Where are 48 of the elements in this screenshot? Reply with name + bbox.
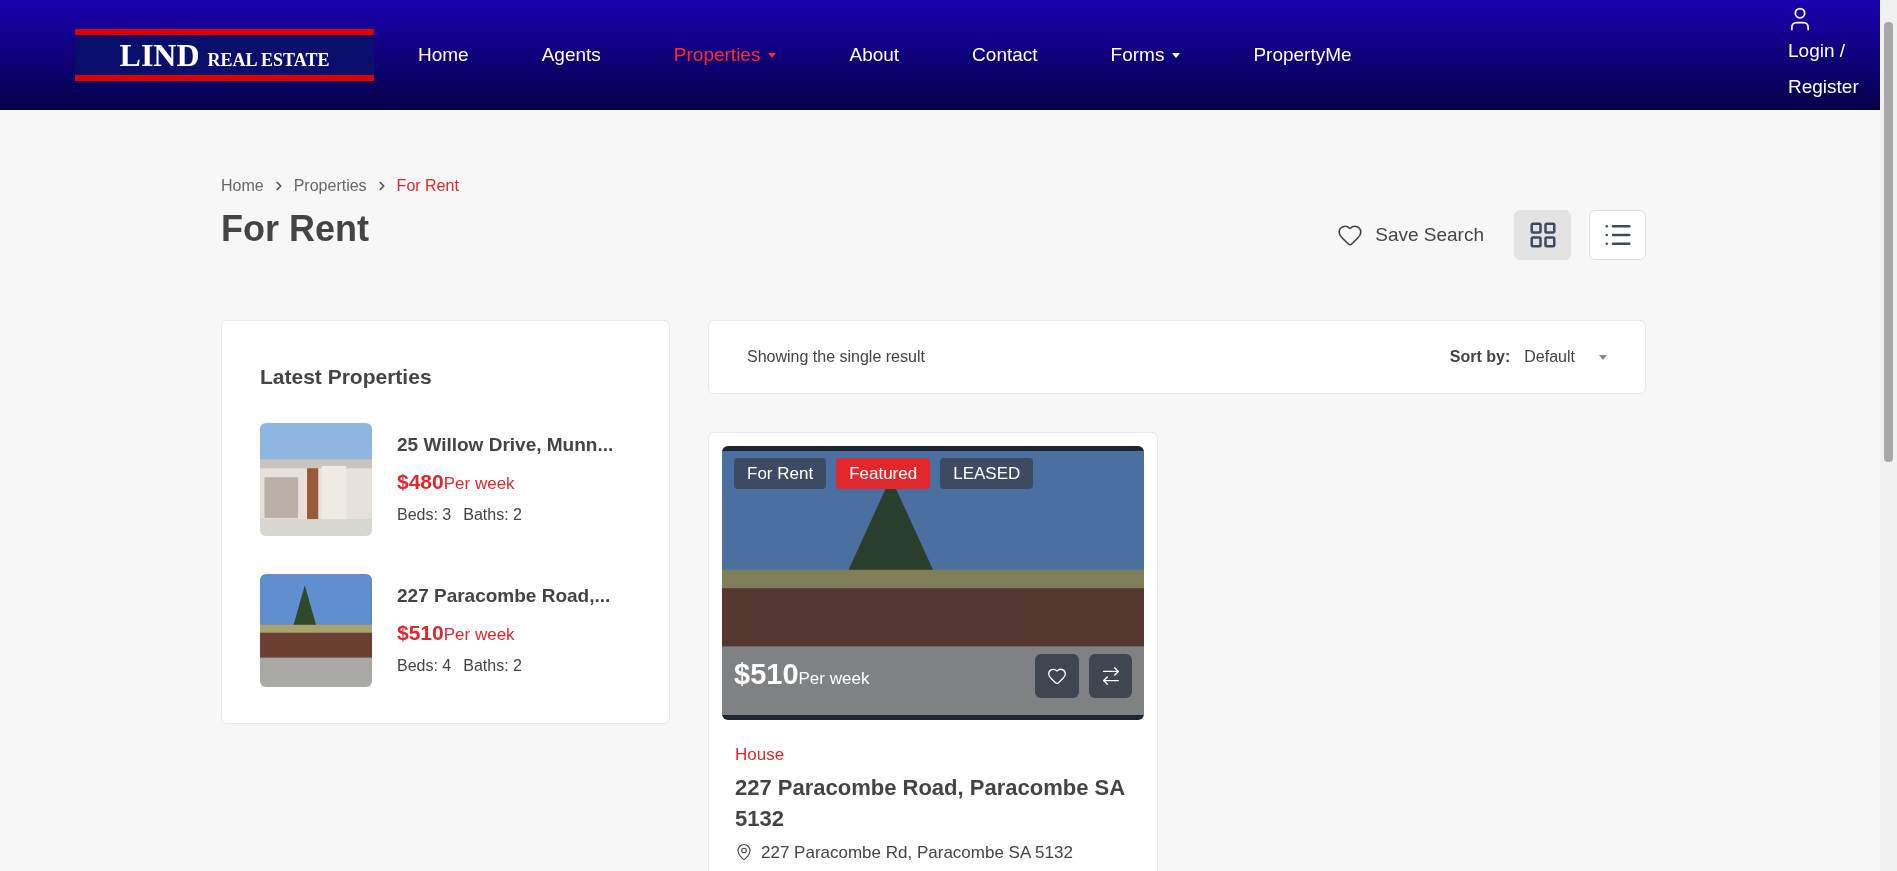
page-title: For Rent bbox=[221, 207, 370, 251]
nav-link[interactable]: Home bbox=[418, 40, 469, 70]
baths-count: Baths: 2 bbox=[463, 505, 522, 525]
property-title-link[interactable]: 25 Willow Drive, Munn... bbox=[397, 431, 614, 460]
breadcrumb-link[interactable]: For Rent bbox=[396, 174, 459, 198]
price-period: Per week bbox=[798, 667, 870, 690]
beds-count: Beds: 4 bbox=[397, 656, 452, 676]
property-price: $480 bbox=[397, 468, 444, 495]
nav-link[interactable]: PropertyMe bbox=[1253, 40, 1352, 70]
compare-button[interactable] bbox=[1089, 654, 1132, 698]
baths-count: Baths: 2 bbox=[463, 656, 522, 676]
logo-main-text: LIND bbox=[119, 36, 200, 75]
scrollbar[interactable] bbox=[1880, 0, 1897, 871]
property-price: $510 bbox=[397, 619, 444, 646]
property-type: House bbox=[735, 745, 785, 764]
nav-link[interactable]: Properties bbox=[673, 40, 777, 70]
sort-dropdown[interactable]: Default bbox=[1524, 345, 1607, 369]
price-period: Per week bbox=[443, 472, 515, 495]
heart-icon bbox=[1337, 222, 1364, 248]
results-summary: Showing the single result bbox=[747, 347, 925, 367]
scrollbar-thumb[interactable] bbox=[1884, 22, 1893, 462]
caret-icon bbox=[1599, 354, 1607, 360]
login-register-link[interactable]: Login / Register bbox=[1788, 33, 1868, 105]
status-tag: For Rent bbox=[734, 458, 827, 489]
status-tag: LEASED bbox=[940, 458, 1034, 489]
sidebar-title: Latest Properties bbox=[260, 364, 433, 390]
nav-link[interactable]: Agents bbox=[541, 40, 601, 70]
sort-label: Sort by: bbox=[1449, 347, 1511, 367]
price-period: Per week bbox=[443, 623, 515, 646]
nav-link[interactable]: Contact bbox=[972, 40, 1038, 70]
nav-link[interactable]: Forms bbox=[1110, 40, 1181, 70]
property-title-link[interactable]: 227 Paracombe Road,... bbox=[397, 582, 611, 611]
location-pin-icon bbox=[735, 843, 753, 862]
save-search-button[interactable]: Save Search bbox=[1337, 220, 1484, 250]
breadcrumb-link[interactable]: Home bbox=[221, 174, 264, 198]
grid-view-button[interactable] bbox=[1514, 210, 1571, 260]
breadcrumb-link[interactable]: Properties bbox=[293, 174, 367, 198]
listing-price: $510 bbox=[734, 656, 799, 692]
nav-link[interactable]: About bbox=[849, 40, 900, 70]
beds-count: Beds: 3 bbox=[397, 505, 452, 525]
list-view-button[interactable] bbox=[1589, 210, 1646, 260]
listing-title: 227 Paracombe Road, Paracombe SA 5132 bbox=[735, 773, 1126, 833]
favorite-button[interactable] bbox=[1035, 654, 1079, 698]
logo-sub-text: REAL ESTATE bbox=[207, 49, 330, 72]
site-logo[interactable]: LIND REAL ESTATE bbox=[75, 29, 374, 81]
heart-icon bbox=[1047, 666, 1067, 686]
status-tag: Featured bbox=[836, 458, 931, 489]
listing-address: 227 Paracombe Rd, Paracombe SA 5132 bbox=[761, 841, 1073, 864]
